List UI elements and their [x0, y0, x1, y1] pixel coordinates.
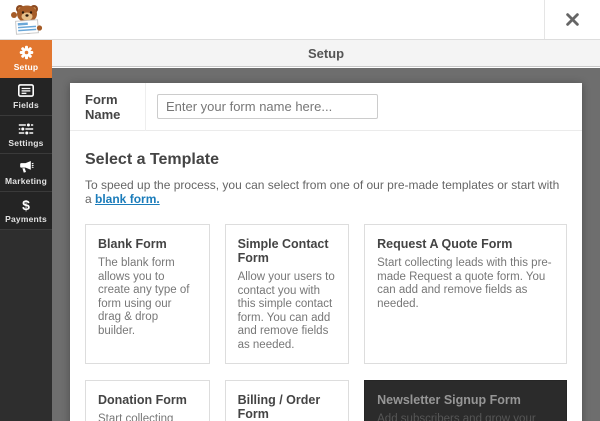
sidebar-item-setup[interactable]: Setup: [0, 40, 52, 78]
sidebar-item-label: Setup: [14, 62, 39, 72]
template-card-simple-contact-form[interactable]: Simple Contact Form Allow your users to …: [225, 224, 350, 364]
builder-sidebar: Setup Fields: [0, 40, 52, 421]
close-icon[interactable]: [544, 0, 600, 39]
template-description: The blank form allows you to create any …: [98, 257, 197, 338]
template-description: Start collecting donation payments on yo…: [98, 413, 197, 421]
template-card-newsletter-signup-form[interactable]: Newsletter Signup Form Add subscribers a…: [364, 380, 567, 421]
template-card-request-a-quote-form[interactable]: Request A Quote Form Start collecting le…: [364, 224, 567, 364]
sidebar-item-fields[interactable]: Fields: [0, 78, 52, 116]
template-title: Billing / Order Form: [238, 393, 337, 421]
sliders-icon: [18, 121, 34, 136]
top-bar: [0, 0, 600, 40]
template-description: Start collecting leads with this pre-mad…: [377, 257, 554, 311]
template-title: Newsletter Signup Form: [377, 393, 554, 407]
template-card-donation-form[interactable]: Donation Form Start collecting donation …: [85, 380, 210, 421]
select-template-description: To speed up the process, you can select …: [85, 178, 567, 206]
sidebar-item-label: Fields: [13, 100, 39, 110]
megaphone-icon: [18, 159, 34, 174]
template-card-billing-order-form[interactable]: Billing / Order Form Collect Payments fo…: [225, 380, 350, 421]
template-title: Simple Contact Form: [238, 237, 337, 265]
builder-content-area: Form Name Select a Template To speed up …: [52, 68, 600, 421]
setup-panel: Form Name Select a Template To speed up …: [70, 83, 582, 421]
template-description: Add subscribers and grow your: [377, 413, 554, 421]
template-card-blank-form[interactable]: Blank Form The blank form allows you to …: [85, 224, 210, 364]
panel-header: Setup: [52, 40, 600, 67]
form-name-input[interactable]: [157, 94, 378, 119]
form-fields-icon: [18, 83, 34, 98]
panel-title: Setup: [308, 46, 344, 61]
sidebar-item-payments[interactable]: $ Payments: [0, 192, 52, 230]
sidebar-item-settings[interactable]: Settings: [0, 116, 52, 154]
wpforms-bear-logo-icon: [8, 3, 48, 37]
template-description: Allow your users to contact you with thi…: [238, 271, 337, 352]
sidebar-item-label: Payments: [5, 214, 47, 224]
select-template-title: Select a Template: [85, 151, 567, 169]
dollar-icon: $: [22, 197, 30, 212]
blank-form-link[interactable]: blank form.: [95, 192, 160, 206]
sidebar-item-label: Marketing: [5, 176, 47, 186]
template-title: Donation Form: [98, 393, 197, 407]
sidebar-item-marketing[interactable]: Marketing: [0, 154, 52, 192]
sidebar-item-label: Settings: [8, 138, 43, 148]
gear-icon: [19, 45, 34, 60]
template-grid: Blank Form The blank form allows you to …: [85, 224, 567, 421]
template-title: Request A Quote Form: [377, 237, 554, 251]
template-title: Blank Form: [98, 237, 197, 251]
form-name-row: Form Name: [70, 83, 582, 131]
form-name-label: Form Name: [70, 83, 146, 131]
